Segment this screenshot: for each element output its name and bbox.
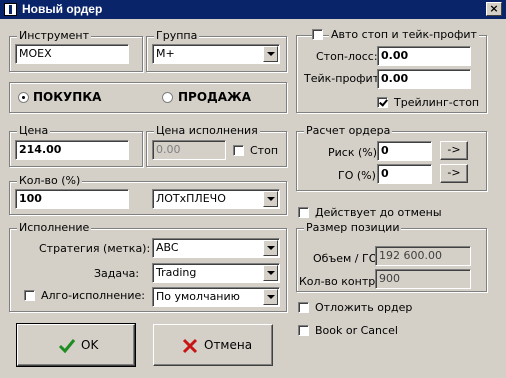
group-group-label: Группа — [154, 29, 200, 42]
go-arrow-button[interactable]: -> — [440, 164, 468, 183]
cancel-label: Отмена — [204, 338, 253, 352]
book-or-cancel-label[interactable]: Book or Cancel — [315, 324, 398, 337]
strategy-value: ABC — [156, 241, 179, 254]
risk-arrow-button[interactable]: -> — [440, 141, 468, 160]
group-select-value: M+ — [156, 47, 175, 60]
stop-label[interactable]: Стоп — [250, 144, 278, 157]
risk-input[interactable]: 0 — [377, 141, 432, 161]
qty-unit-value: ЛОТхПЛЕЧО — [156, 192, 226, 205]
qty-input[interactable]: 100 — [15, 189, 129, 209]
task-value: Trading — [156, 266, 197, 279]
checkmark-icon — [58, 339, 76, 354]
algo-value: По умолчанию — [156, 290, 240, 303]
sell-radio[interactable] — [162, 92, 173, 103]
contracts-label: Кол-во контр.: — [299, 275, 383, 288]
chevron-down-icon[interactable] — [263, 191, 278, 207]
exec-price-group-label: Цена исполнения — [154, 124, 260, 137]
algo-label[interactable]: Алго-исполнение: — [41, 289, 145, 302]
gtc-checkbox[interactable] — [298, 207, 309, 218]
book-or-cancel-checkbox[interactable] — [298, 325, 309, 336]
take-profit-input[interactable]: 0.00 — [377, 69, 471, 89]
auto-stop-checkbox[interactable] — [312, 29, 323, 40]
cancel-button[interactable]: Отмена — [153, 324, 273, 366]
execution-group-label: Исполнение — [17, 221, 92, 234]
volume-label: Объем / ГО: — [313, 252, 382, 265]
ok-button[interactable]: OK — [16, 323, 136, 367]
strategy-label: Стратегия (метка): — [39, 242, 151, 255]
window-title: Новый ордер — [22, 2, 103, 16]
qty-group-label: Кол-во (%) — [17, 174, 83, 187]
defer-order-label[interactable]: Отложить ордер — [315, 301, 412, 314]
chevron-down-icon[interactable] — [263, 265, 278, 281]
chevron-down-icon[interactable] — [263, 240, 278, 256]
algo-checkbox[interactable] — [24, 290, 35, 301]
take-profit-label: Тейк-профит: — [304, 72, 383, 85]
algo-select[interactable]: По умолчанию — [152, 287, 280, 307]
go-input[interactable]: 0 — [377, 164, 432, 184]
exec-price-input[interactable]: 0.00 — [152, 140, 226, 160]
trailing-stop-label[interactable]: Трейлинг-стоп — [394, 96, 479, 109]
buy-radio[interactable] — [18, 92, 29, 103]
calc-group-label: Расчет ордера — [304, 124, 393, 137]
task-label: Задача: — [94, 267, 140, 280]
instrument-group-label: Инструмент — [17, 29, 92, 42]
instrument-input[interactable]: MOEX — [15, 44, 129, 64]
stop-loss-input[interactable]: 0.00 — [377, 46, 471, 66]
qty-unit-select[interactable]: ЛОТхПЛЕЧО — [152, 189, 280, 209]
gtc-label[interactable]: Действует до отмены — [315, 206, 442, 219]
ok-label: OK — [81, 338, 99, 352]
chevron-down-icon[interactable] — [263, 46, 278, 62]
trailing-stop-checkbox[interactable] — [377, 97, 388, 108]
buy-label[interactable]: ПОКУПКА — [33, 90, 101, 104]
defer-order-checkbox[interactable] — [298, 302, 309, 313]
chevron-down-icon[interactable] — [263, 289, 278, 305]
cross-icon — [182, 338, 198, 354]
title-bar: Новый ордер × — [0, 0, 506, 19]
auto-stop-label[interactable]: Авто стоп и тейк-профит — [329, 28, 479, 41]
contracts-readout: 900 — [375, 269, 471, 289]
new-order-dialog: Новый ордер × Инструмент MOEX Группа M+ … — [0, 0, 506, 378]
price-group-label: Цена — [17, 124, 51, 137]
stop-loss-label: Стоп-лосс: — [316, 50, 378, 63]
app-icon — [4, 3, 17, 16]
price-input[interactable]: 214.00 — [15, 140, 129, 160]
task-select[interactable]: Trading — [152, 263, 280, 283]
risk-label: Риск (%): — [328, 146, 381, 159]
stop-checkbox[interactable] — [233, 145, 244, 156]
sell-label[interactable]: ПРОДАЖА — [178, 90, 251, 104]
position-group-label: Размер позиции — [304, 221, 402, 234]
group-select[interactable]: M+ — [152, 44, 280, 64]
close-button[interactable]: × — [486, 2, 502, 16]
go-label: ГО (%): — [338, 169, 380, 182]
volume-readout: 192 600.00 — [375, 246, 471, 266]
strategy-select[interactable]: ABC — [152, 238, 280, 258]
